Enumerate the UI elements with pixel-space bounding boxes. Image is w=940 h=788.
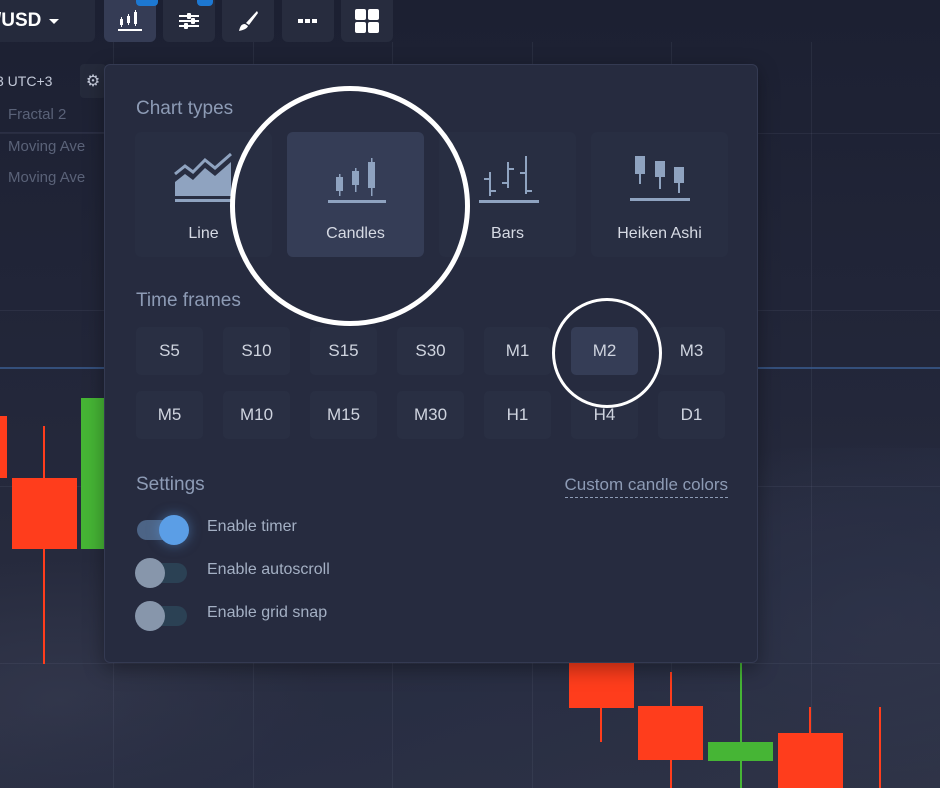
timezone-label: 3 UTC+3 [0, 73, 53, 89]
time-frame-m5[interactable]: M5 [136, 391, 203, 439]
notification-badge [136, 0, 158, 6]
sliders-icon [179, 13, 199, 29]
brush-icon [239, 11, 258, 31]
candles-icon [327, 158, 386, 203]
chevron-down-icon [49, 18, 60, 24]
time-frame-s5[interactable]: S5 [136, 327, 203, 375]
grid-line [811, 42, 812, 788]
chart-type-candles[interactable]: Candles [287, 132, 424, 257]
bars-icon [478, 156, 539, 203]
time-frame-s10[interactable]: S10 [223, 327, 290, 375]
settings-heading: Settings [136, 474, 205, 495]
time-frame-d1[interactable]: D1 [658, 391, 725, 439]
timezone-info: 3 UTC+3 ⚙ [0, 64, 106, 98]
drawing-tools-button[interactable] [222, 0, 274, 42]
setting-enable-autoscroll[interactable]: Enable autoscroll [135, 555, 330, 588]
custom-candle-colors-link[interactable]: Custom candle colors [564, 475, 728, 498]
time-frame-m30[interactable]: M30 [397, 391, 464, 439]
candles-icon [118, 10, 142, 31]
enable-autoscroll-toggle[interactable] [135, 555, 189, 588]
asset-pair-label: /USD [0, 10, 42, 31]
chart-type-bars[interactable]: Bars [439, 132, 576, 257]
top-toolbar: /USD [0, 0, 940, 42]
enable-timer-toggle[interactable] [135, 512, 189, 545]
enable-grid-snap-toggle[interactable] [135, 598, 189, 631]
line-chart-icon [173, 152, 233, 202]
divider [0, 132, 104, 133]
time-frame-m2[interactable]: M2 [571, 327, 638, 375]
indicator-label[interactable]: Moving Ave [8, 169, 85, 186]
line-style-button[interactable] [282, 0, 334, 42]
chart-type-line[interactable]: Line [135, 132, 272, 257]
indicator-label[interactable]: Fractal 2 [8, 106, 66, 123]
time-frame-m15[interactable]: M15 [310, 391, 377, 439]
layout-button[interactable] [341, 0, 393, 42]
chart-settings-button[interactable]: ⚙ [80, 64, 106, 98]
chart-type-label: Candles [326, 225, 385, 242]
setting-label: Enable timer [207, 518, 297, 535]
chart-settings-panel: Chart types Line Candles Bars Heiken Ash… [104, 64, 758, 663]
setting-enable-grid-snap[interactable]: Enable grid snap [135, 598, 328, 631]
dash-icon [298, 19, 317, 23]
gear-icon: ⚙ [85, 73, 101, 90]
time-frame-m10[interactable]: M10 [223, 391, 290, 439]
time-frame-s30[interactable]: S30 [397, 327, 464, 375]
setting-label: Enable autoscroll [207, 561, 330, 578]
chart-type-button[interactable] [104, 0, 158, 42]
chart-type-label: Bars [491, 225, 524, 242]
heiken-ashi-icon [629, 156, 690, 201]
time-frame-h4[interactable]: H4 [571, 391, 638, 439]
grid-line [0, 663, 940, 664]
time-frame-h1[interactable]: H1 [484, 391, 551, 439]
grid-icon [355, 9, 379, 33]
chart-type-label: Line [188, 225, 219, 242]
time-frame-m3[interactable]: M3 [658, 327, 725, 375]
setting-label: Enable grid snap [207, 604, 328, 621]
chart-type-heiken-ashi[interactable]: Heiken Ashi [591, 132, 728, 257]
time-frame-m1[interactable]: M1 [484, 327, 551, 375]
setting-enable-timer[interactable]: Enable timer [135, 512, 297, 545]
asset-pair-selector[interactable]: /USD [0, 0, 95, 42]
indicator-label[interactable]: Moving Ave [8, 138, 85, 155]
time-frame-s15[interactable]: S15 [310, 327, 377, 375]
time-frames-heading: Time frames [136, 290, 241, 311]
chart-type-label: Heiken Ashi [617, 225, 702, 242]
notification-badge [197, 0, 213, 6]
chart-types-heading: Chart types [136, 98, 234, 119]
indicators-button[interactable] [163, 0, 215, 42]
